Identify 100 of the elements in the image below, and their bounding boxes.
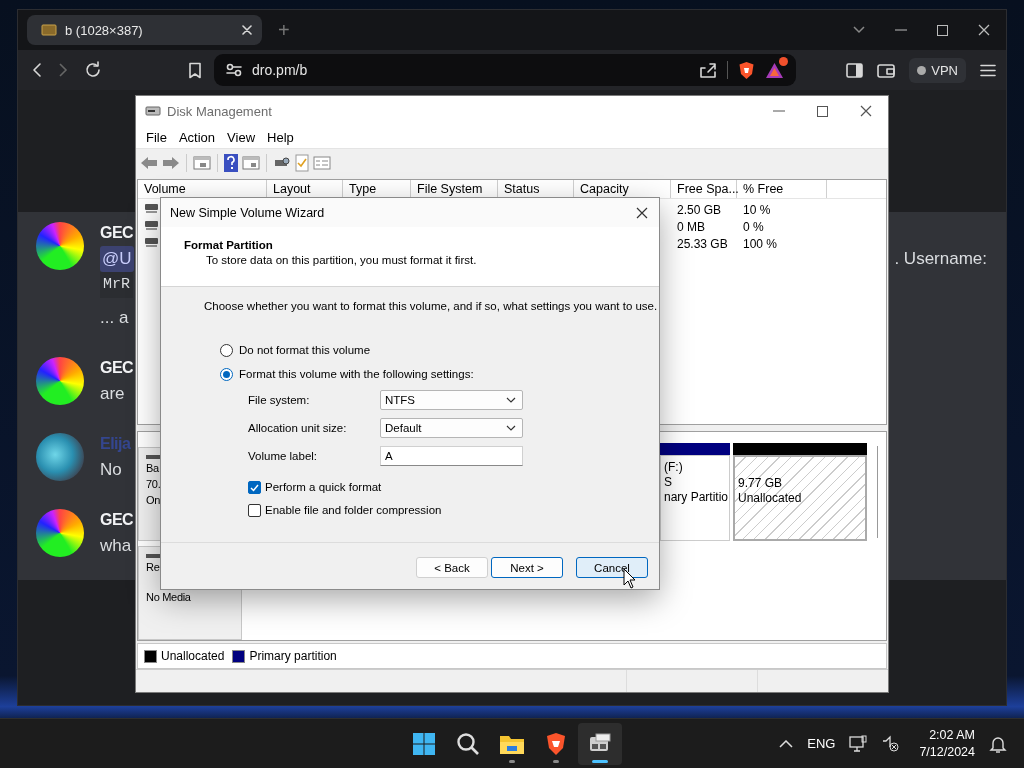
- chevron-down-icon: [506, 425, 516, 431]
- partition-bar: [660, 443, 730, 455]
- notification-badge: [779, 56, 788, 66]
- radio-button[interactable]: [220, 367, 233, 381]
- author-name: GEC: [100, 223, 134, 243]
- avatar: [36, 222, 84, 270]
- field-label: Allocation unit size:: [248, 422, 348, 434]
- sidebar-icon[interactable]: [846, 62, 864, 78]
- avatar: [36, 433, 84, 481]
- text-field[interactable]: A: [380, 446, 523, 466]
- close-icon[interactable]: [978, 24, 990, 36]
- page-description: To store data on this partition, you must format it first.: [205, 253, 478, 267]
- checkbox-label: Enable file and folder compression: [265, 504, 442, 516]
- wallet-icon[interactable]: [877, 62, 896, 78]
- share-icon[interactable]: [699, 62, 717, 78]
- author-name: GEC: [100, 358, 134, 378]
- menu-item[interactable]: View: [221, 129, 262, 145]
- network-icon[interactable]: [849, 734, 868, 753]
- new-tab-button[interactable]: +: [274, 18, 294, 42]
- table-cell-text: 100 %: [742, 236, 779, 251]
- partition-block[interactable]: 9.77 GB Unallocated: [733, 455, 867, 541]
- chevron-up-icon[interactable]: [779, 739, 794, 748]
- page-heading: Format Partition: [184, 238, 274, 253]
- dialog-button[interactable]: Next >: [491, 557, 563, 578]
- drive-icon: [144, 201, 160, 215]
- clock-date[interactable]: 7/12/2024: [919, 743, 975, 761]
- message-text: wha: [100, 535, 132, 557]
- drive-icon: [144, 235, 160, 249]
- field-label: File system:: [248, 394, 311, 406]
- panel-icon[interactable]: [242, 155, 260, 171]
- windows-logo-icon[interactable]: [412, 731, 436, 756]
- language-indicator[interactable]: ENG: [807, 736, 836, 751]
- radio-label: Do not format this volume: [239, 344, 371, 356]
- favicon-icon: [41, 24, 57, 36]
- menu-item[interactable]: Action: [172, 129, 222, 145]
- disk-label: No Media: [146, 590, 192, 605]
- column-header[interactable]: % Free: [737, 180, 827, 198]
- app-indicator: [509, 759, 515, 763]
- table-cell-text: 25.33 GB: [676, 236, 729, 251]
- dialog-button[interactable]: < Back: [416, 557, 488, 578]
- forward-arrow-icon[interactable]: [162, 155, 180, 171]
- forward-icon[interactable]: [58, 62, 68, 78]
- radio-label: Format this volume with the following settings:: [239, 368, 474, 380]
- triangle-icon[interactable]: [765, 61, 784, 79]
- dialog-button[interactable]: Cancel: [576, 557, 648, 578]
- speaker-muted-icon[interactable]: [881, 734, 900, 753]
- app-indicator: [553, 759, 559, 763]
- table-cell-text: 0 MB: [676, 219, 706, 234]
- disk-label: Ba: [146, 461, 160, 476]
- column-header[interactable]: Free Spa...: [671, 180, 737, 198]
- bell-icon[interactable]: [989, 734, 1007, 753]
- panel-icon[interactable]: [193, 155, 211, 171]
- checkbox[interactable]: [248, 503, 261, 517]
- legend-label: Unallocated: [161, 649, 225, 663]
- legend-label: Primary partition: [249, 649, 337, 663]
- checklist-icon[interactable]: [295, 154, 309, 172]
- close-icon[interactable]: [636, 206, 648, 219]
- checkbox-label: Perform a quick format: [265, 481, 382, 493]
- message-text: ... a: [100, 307, 129, 329]
- menu-item[interactable]: Help: [261, 129, 300, 145]
- search-icon[interactable]: [456, 731, 480, 756]
- dropdown[interactable]: NTFS: [380, 390, 523, 410]
- vpn-button[interactable]: VPN: [909, 57, 966, 83]
- dialog-title: New Simple Volume Wizard: [170, 205, 325, 220]
- disk-label: On: [146, 493, 162, 508]
- clock-time[interactable]: 2:02 AM: [929, 726, 975, 744]
- instruction-text: Choose whether you want to format this volume, and if so, what settings you want to use.: [204, 299, 659, 313]
- address-field[interactable]: dro.pm/b: [214, 54, 796, 86]
- radio-button[interactable]: [220, 343, 233, 357]
- back-arrow-icon[interactable]: [140, 155, 158, 171]
- browser-tab[interactable]: b (1028×387): [27, 15, 262, 45]
- table-cell-text: 2.50 GB: [676, 202, 723, 217]
- bookmark-icon[interactable]: [188, 61, 202, 79]
- window-title: Disk Management: [167, 103, 272, 119]
- field-label: Volume label:: [248, 450, 319, 462]
- drive-icon: [144, 218, 160, 232]
- maximize-icon[interactable]: [817, 105, 828, 117]
- partition-block[interactable]: (F:) S nary Partitio: [660, 455, 730, 541]
- chevron-down-icon: [506, 397, 516, 403]
- table-cell-text: 0 %: [742, 219, 765, 234]
- maximize-icon[interactable]: [937, 24, 948, 36]
- taskbar-button[interactable]: [578, 722, 622, 765]
- mention-tag: @U: [100, 246, 134, 272]
- drive-icon: [145, 103, 161, 119]
- message-text: are: [100, 383, 125, 405]
- shield-icon[interactable]: [738, 60, 755, 80]
- disk-label: Re: [146, 560, 161, 575]
- close-icon[interactable]: [860, 105, 872, 117]
- reload-icon[interactable]: [84, 61, 102, 79]
- chevron-down-icon[interactable]: [853, 26, 865, 34]
- app-indicator: [592, 759, 608, 763]
- shield-icon[interactable]: [545, 731, 567, 756]
- back-icon[interactable]: [32, 62, 42, 78]
- help-icon[interactable]: [224, 154, 238, 172]
- avatar: [36, 357, 84, 405]
- checkbox[interactable]: [248, 480, 261, 494]
- menu-icon[interactable]: [980, 63, 996, 77]
- author-name: GEC: [100, 510, 134, 530]
- dropdown[interactable]: Default: [380, 418, 523, 438]
- menu-item[interactable]: File: [140, 129, 173, 145]
